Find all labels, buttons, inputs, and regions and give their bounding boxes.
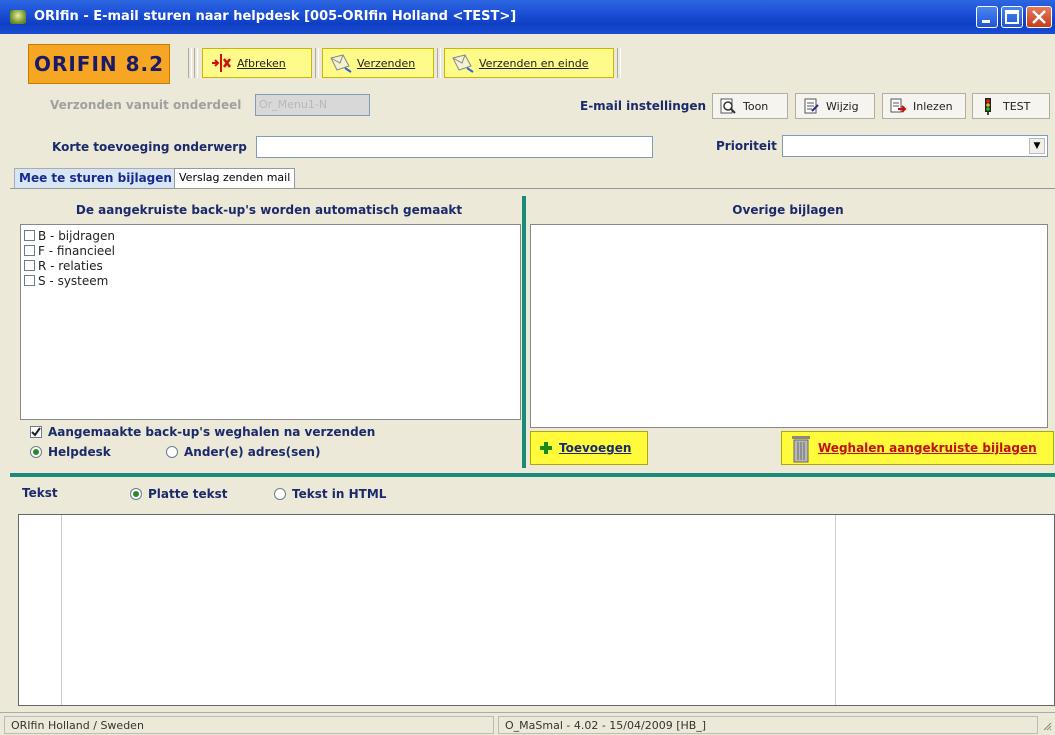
import-button[interactable]: Inlezen <box>882 93 966 119</box>
send-and-end-button[interactable]: Verzenden en einde <box>444 48 614 78</box>
show-button[interactable]: Toon <box>712 93 788 119</box>
plain-text-label: Platte tekst <box>148 487 228 501</box>
send-from-field: Or_Menu1-N <box>255 94 370 116</box>
radio-selected-icon[interactable] <box>30 446 42 458</box>
html-text-radio[interactable]: Tekst in HTML <box>274 487 386 501</box>
tab-divider <box>10 188 1055 189</box>
window-title: ORIfin - E-mail sturen naar helpdesk [00… <box>34 9 517 24</box>
app-icon <box>10 10 26 24</box>
import-label: Inlezen <box>913 99 953 113</box>
plus-icon <box>540 442 552 454</box>
title-bar: ORIfin - E-mail sturen naar helpdesk [00… <box>0 0 1055 34</box>
resize-grip-icon[interactable] <box>1042 721 1052 731</box>
radio-selected-icon[interactable] <box>130 488 142 500</box>
toolbar-separator <box>437 48 441 78</box>
toolbar-separator <box>315 48 319 78</box>
minimize-button[interactable] <box>976 6 998 28</box>
attachments-header: Overige bijlagen <box>732 203 844 217</box>
edit-document-icon <box>804 98 819 114</box>
other-address-label: Ander(e) adres(sen) <box>184 445 321 459</box>
attachments-list[interactable] <box>530 224 1048 428</box>
backup-list: B - bijdragen F - financieel R - relatie… <box>20 224 521 420</box>
helpdesk-label: Helpdesk <box>48 445 111 459</box>
import-document-icon <box>890 98 907 113</box>
test-label: TEST <box>1003 99 1031 113</box>
send-label: Verzenden <box>357 56 416 70</box>
tab-report[interactable]: Verslag zenden mail <box>174 168 296 188</box>
radio-icon[interactable] <box>166 446 178 458</box>
message-editor[interactable] <box>18 514 1055 706</box>
remove-attachments-label: Weghalen aangekruiste bijlagen <box>818 441 1037 455</box>
edit-button[interactable]: Wijzig <box>795 93 875 119</box>
toolbar-separator <box>194 48 198 78</box>
abort-button[interactable]: Afbreken <box>202 48 312 78</box>
status-bar: ORIfin Holland / Sweden O_MaSmal - 4.02 … <box>0 712 1055 735</box>
magnifier-icon <box>720 98 736 114</box>
text-label: Tekst <box>22 486 58 500</box>
edit-label: Wijzig <box>826 99 859 113</box>
app-logo: ORIFIN 8.2 <box>28 44 170 84</box>
checkbox[interactable] <box>24 230 35 241</box>
backup-item-bijdragen[interactable]: B - bijdragen <box>21 228 520 243</box>
remove-backups-checkbox[interactable]: Aangemaakte back-up's weghalen na verzen… <box>30 425 375 439</box>
chevron-down-icon[interactable]: ▼ <box>1029 138 1045 154</box>
backup-item-label: S - systeem <box>38 273 109 288</box>
backup-item-label: R - relaties <box>38 258 103 273</box>
other-address-radio[interactable]: Ander(e) adres(sen) <box>166 445 320 459</box>
remove-attachments-button[interactable]: Weghalen aangekruiste bijlagen <box>781 431 1054 465</box>
status-left: ORIfin Holland / Sweden <box>4 716 494 734</box>
email-settings-label: E-mail instellingen <box>580 99 707 113</box>
backup-item-relaties[interactable]: R - relaties <box>21 258 520 273</box>
add-attachment-label: Toevoegen <box>559 441 632 455</box>
add-attachment-button[interactable]: Toevoegen <box>530 431 648 465</box>
abort-label: Afbreken <box>237 56 286 70</box>
send-from-label: Verzonden vanuit onderdeel <box>50 98 242 112</box>
maximize-button[interactable] <box>1001 6 1023 28</box>
abort-icon <box>212 54 231 72</box>
send-mail-icon <box>330 54 352 73</box>
traffic-light-icon <box>985 98 991 115</box>
remove-backups-label: Aangemaakte back-up's weghalen na verzen… <box>48 425 376 439</box>
test-button[interactable]: TEST <box>972 93 1050 119</box>
checkbox[interactable] <box>24 275 35 286</box>
backup-item-label: B - bijdragen <box>38 228 115 243</box>
html-text-label: Tekst in HTML <box>292 487 387 501</box>
plain-text-radio[interactable]: Platte tekst <box>130 487 228 501</box>
backups-header: De aangekruiste back-up's worden automat… <box>75 203 463 217</box>
panel-divider <box>522 196 526 468</box>
toolbar-separator <box>617 48 621 78</box>
checkbox[interactable] <box>24 245 35 256</box>
send-and-end-label: Verzenden en einde <box>479 56 589 70</box>
subject-label: Korte toevoeging onderwerp <box>52 140 247 154</box>
checkmark-icon[interactable] <box>30 426 42 438</box>
backup-item-systeem[interactable]: S - systeem <box>21 273 520 288</box>
priority-label: Prioriteit <box>716 139 777 153</box>
trash-icon <box>792 436 810 463</box>
section-divider <box>10 473 1055 477</box>
subject-input[interactable] <box>256 136 653 158</box>
status-middle: O_MaSmal - 4.02 - 15/04/2009 [HB_] <box>498 716 1038 734</box>
toolbar-separator <box>188 48 192 78</box>
helpdesk-radio[interactable]: Helpdesk <box>30 445 111 459</box>
show-label: Toon <box>743 99 769 113</box>
tab-attachments[interactable]: Mee te sturen bijlagen <box>14 168 177 188</box>
editor-margin <box>835 515 836 705</box>
backup-item-financieel[interactable]: F - financieel <box>21 243 520 258</box>
send-mail-icon <box>452 54 474 73</box>
checkbox[interactable] <box>24 260 35 271</box>
priority-select[interactable]: ▼ <box>782 135 1048 157</box>
send-button[interactable]: Verzenden <box>322 48 434 78</box>
editor-gutter <box>61 515 62 705</box>
close-button[interactable] <box>1026 6 1052 28</box>
radio-icon[interactable] <box>274 488 286 500</box>
backup-item-label: F - financieel <box>38 243 116 258</box>
